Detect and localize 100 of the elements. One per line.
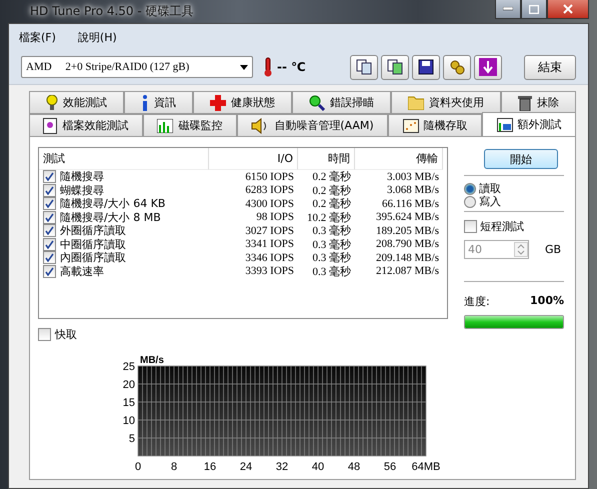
copy-icon <box>387 59 403 75</box>
table-cell-text: 0.3 毫秒 <box>312 251 352 264</box>
drive-dropdown[interactable]: AMD 2+0 Stripe/RAID0 (127 gB) <box>21 56 253 78</box>
tab[interactable]: 錯誤掃瞄 <box>292 91 391 114</box>
table-cell-text: 98 IOPS <box>255 210 295 224</box>
column-header[interactable]: 傳輸 <box>355 148 443 170</box>
tab[interactable]: 檔案效能測試 <box>29 114 143 137</box>
table-cell-text: 208.790 MB/s <box>375 238 440 251</box>
window-title: HD Tune Pro 4.50 - 硬碟工具 <box>30 3 194 20</box>
axis-tick-label: 10 <box>122 415 135 427</box>
axis-tick-label: 25 <box>122 361 135 373</box>
axis-tick-label: 24 <box>240 461 252 473</box>
info-icon <box>141 94 149 110</box>
axis-tick-label: 40 <box>312 461 324 473</box>
checkbox[interactable] <box>38 328 51 341</box>
checkbox[interactable] <box>43 170 56 184</box>
column-header[interactable]: 時間 <box>298 148 355 170</box>
checkbox[interactable] <box>43 224 56 238</box>
checkbox-label: 短程測試 <box>480 218 524 234</box>
maximize-button[interactable] <box>521 0 547 19</box>
start-button[interactable]: 開始 <box>484 149 558 169</box>
radio-label: 寫入 <box>479 194 501 209</box>
checkbox[interactable] <box>43 251 56 264</box>
axis-tick-label: 32 <box>276 461 288 473</box>
copy-button[interactable] <box>350 54 378 80</box>
download-button[interactable] <box>474 54 502 80</box>
options-button[interactable] <box>443 54 471 80</box>
table-cell-text: 3346 IOPS <box>244 251 295 264</box>
axis-tick-label: 15 <box>122 397 135 409</box>
table-cell-text: 395.624 MB/s <box>375 210 440 224</box>
minimize-button[interactable] <box>495 0 521 19</box>
radio-button[interactable] <box>464 196 476 208</box>
tab[interactable]: 健康狀態 <box>193 91 292 114</box>
table-cell-text: 隨機搜尋/大小 8 MB <box>60 210 161 224</box>
exit-button[interactable]: 結束 <box>524 54 576 80</box>
table-cell-text: 3341 IOPS <box>244 238 295 251</box>
axis-label: MB/s <box>140 355 164 366</box>
table-cell-text: 0.3 毫秒 <box>312 224 352 238</box>
tab[interactable]: 資料夾使用 <box>391 91 501 114</box>
table-cell-text: 3393 IOPS <box>244 264 295 278</box>
tab[interactable]: 效能測試 <box>29 91 124 114</box>
gears-icon <box>449 59 465 75</box>
table-cell-text: 3.068 MB/s <box>386 184 440 197</box>
scatter-plot-icon <box>402 118 419 132</box>
tab[interactable]: 隨機存取 <box>388 114 482 137</box>
caret-icon <box>240 64 248 70</box>
axis-tick-label: 8 <box>170 461 178 473</box>
checkbox[interactable] <box>43 184 56 197</box>
tab[interactable]: 磁碟監控 <box>142 114 237 137</box>
checkbox[interactable] <box>43 197 56 210</box>
tab[interactable]: 額外測試 <box>482 112 576 136</box>
checkbox[interactable] <box>43 238 56 251</box>
column-header[interactable]: I/O <box>209 148 298 170</box>
folder-icon <box>408 96 424 110</box>
table-cell-text: 212.087 MB/s <box>375 264 440 278</box>
plus-icon <box>210 94 226 110</box>
axis-tick-label: 16 <box>204 461 216 473</box>
radio-button[interactable] <box>464 182 476 194</box>
table-cell-text: 3.003 MB/s <box>386 170 440 184</box>
copy-image-button[interactable] <box>381 54 409 80</box>
table-cell-text: 189.205 MB/s <box>375 224 440 238</box>
table-cell-text: 0.3 毫秒 <box>312 238 352 251</box>
menu-item[interactable]: 說明(H) <box>78 30 117 44</box>
axis-tick-label: 20 <box>122 379 135 391</box>
tab[interactable]: 自動噪音管理(AAM) <box>236 114 388 137</box>
copy-icon <box>356 59 372 75</box>
radio-label: 讀取 <box>479 181 501 196</box>
minimize-icon <box>503 7 513 11</box>
table-cell-text: 209.148 MB/s <box>375 251 440 264</box>
close-button[interactable] <box>547 0 589 19</box>
table-cell-text: 中圈循序讀取 <box>60 236 126 252</box>
checkbox[interactable] <box>43 210 56 224</box>
table-cell-text: 4300 IOPS <box>244 197 295 210</box>
checkbox[interactable] <box>464 220 477 232</box>
size-spinbox[interactable]: 40 <box>464 240 529 259</box>
table-cell-text: 6283 IOPS <box>244 184 295 197</box>
table-cell: 高載速率 <box>60 264 104 279</box>
trash-icon <box>518 94 532 110</box>
spinner-arrows-icon <box>514 242 528 257</box>
table-cell-text: 10.2 毫秒 <box>306 210 352 224</box>
checkbox[interactable] <box>43 264 56 278</box>
table-cell-text: 0.2 毫秒 <box>312 170 352 184</box>
table-cell: 外圈循序讀取 <box>60 223 126 238</box>
axis-tick-label: 0 <box>134 461 142 473</box>
thermometer-icon <box>263 57 273 77</box>
axis-tick-label: 64MB <box>412 461 440 473</box>
menu-item[interactable]: 檔案(F) <box>19 30 56 44</box>
tab[interactable]: 資訊 <box>124 91 193 114</box>
table-cell: 內圈循序讀取 <box>60 250 126 266</box>
tab[interactable]: 抹除 <box>501 91 576 114</box>
progress-reading: 100% <box>530 294 564 309</box>
close-icon <box>563 4 573 14</box>
save-button[interactable] <box>412 54 440 80</box>
temperature-reading: -- ℃ <box>277 60 306 74</box>
axis-tick-label: 48 <box>348 461 360 473</box>
table-cell-text: 3027 IOPS <box>244 224 295 238</box>
magnifier-icon <box>309 94 325 110</box>
table-cell: 蝴蝶搜尋 <box>60 182 104 198</box>
table-cell-text: 66.116 MB/s <box>380 197 440 210</box>
column-header[interactable]: 測試 <box>39 148 209 170</box>
